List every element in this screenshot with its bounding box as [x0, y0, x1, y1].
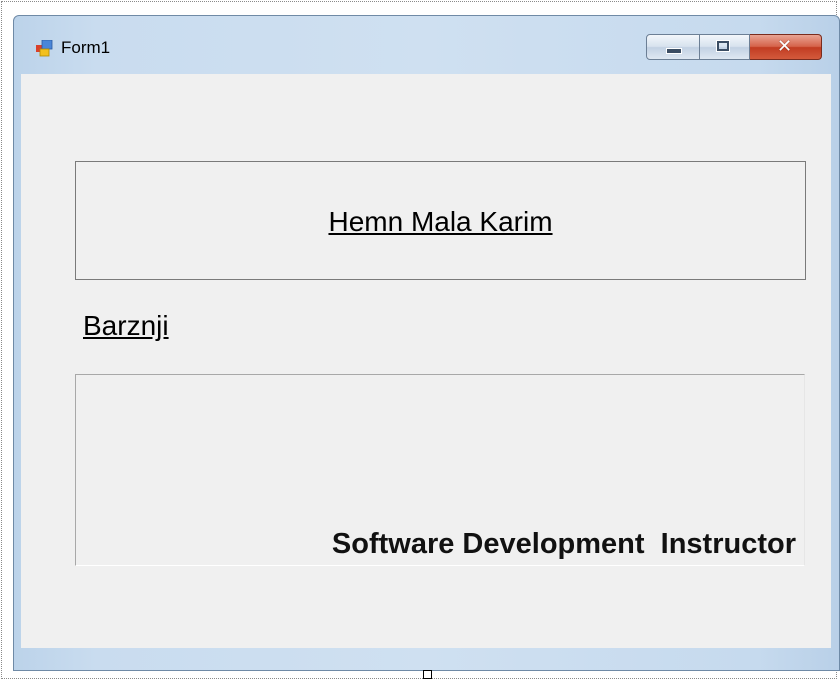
close-button[interactable]: ✕	[750, 34, 822, 60]
minimize-icon	[666, 48, 682, 54]
maximize-button[interactable]	[700, 34, 750, 60]
role-panel: Software Development Instructor	[75, 374, 805, 566]
surname-label[interactable]: Barznji	[83, 310, 169, 342]
window-title: Form1	[61, 38, 111, 57]
form-window[interactable]: Form1 ✕ Hemn Mala Karim Barznji Software…	[13, 15, 840, 671]
title-bar[interactable]: Form1 ✕	[14, 16, 839, 74]
resize-handle[interactable]	[423, 670, 432, 679]
role-label[interactable]: Software Development Instructor	[332, 528, 796, 561]
close-icon: ✕	[777, 36, 793, 57]
name-label[interactable]: Hemn Mala Karim	[76, 206, 805, 238]
maximize-icon	[717, 41, 729, 51]
form-app-icon	[36, 40, 53, 57]
name-panel: Hemn Mala Karim	[75, 161, 806, 280]
form-client-area: Hemn Mala Karim Barznji Software Develop…	[21, 74, 831, 648]
minimize-button[interactable]	[646, 34, 700, 60]
